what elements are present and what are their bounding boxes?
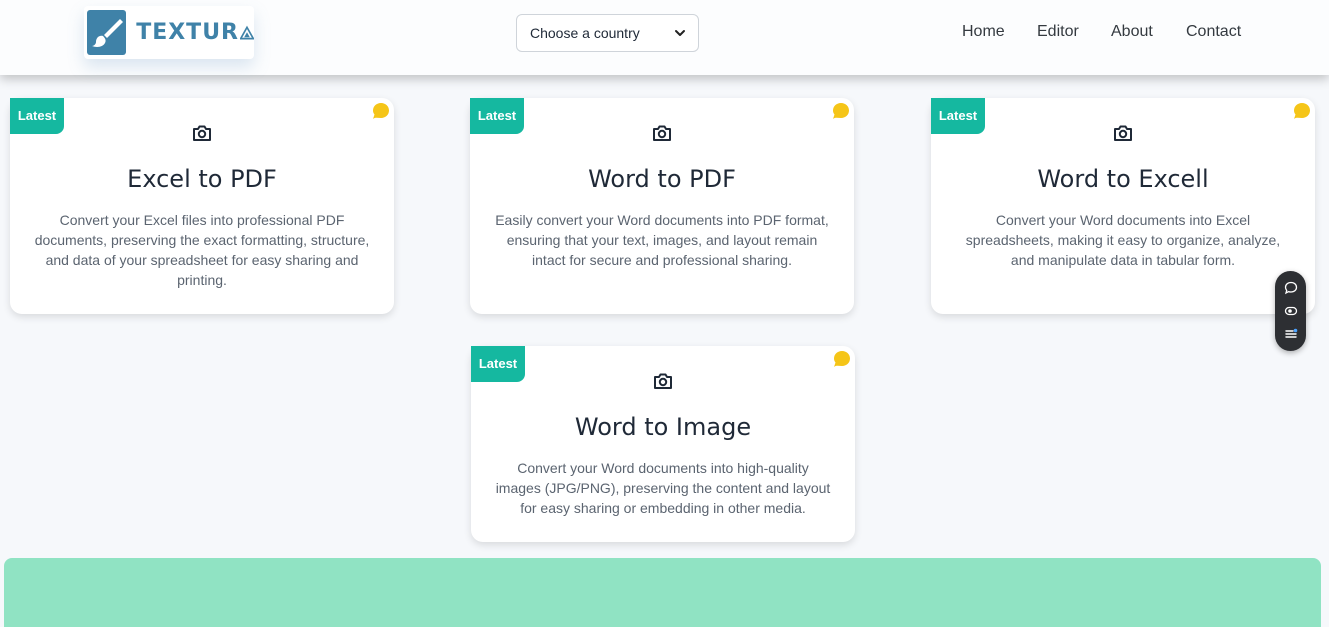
latest-badge: Latest	[10, 98, 64, 134]
card-description: Easily convert your Word documents into …	[495, 212, 829, 268]
latest-badge: Latest	[470, 98, 524, 134]
tool-card-word-to-image[interactable]: Latest Word to Image Convert your Word d…	[471, 346, 855, 542]
card-title: Word to Excell	[1037, 165, 1209, 193]
logo[interactable]: TEXTUR	[84, 6, 254, 59]
chat-bubble-icon	[833, 103, 849, 119]
paintbrush-icon	[87, 10, 127, 55]
chat-bubble-icon	[834, 351, 850, 367]
floating-toolbar	[1275, 271, 1306, 351]
chat-bubble-icon	[373, 103, 389, 119]
tool-card-word-to-pdf[interactable]: Latest Word to PDF Easily convert your W…	[470, 98, 854, 314]
chevron-down-icon	[675, 30, 685, 36]
card-description: Convert your Excel files into profession…	[34, 212, 370, 288]
nav-about[interactable]: About	[1111, 23, 1153, 41]
eye-icon[interactable]	[1284, 304, 1298, 318]
card-description: Convert your Word documents into high-qu…	[495, 460, 831, 516]
camera-icon	[193, 125, 211, 141]
card-title: Word to Image	[574, 413, 752, 441]
nav-home[interactable]: Home	[962, 23, 1005, 41]
latest-badge: Latest	[471, 346, 525, 382]
latest-badge: Latest	[931, 98, 985, 134]
nav-editor[interactable]: Editor	[1037, 23, 1079, 41]
card-description: Convert your Word documents into Excel s…	[965, 212, 1281, 268]
chat-bubble-icon	[1294, 103, 1310, 119]
comment-icon[interactable]	[1284, 281, 1298, 295]
country-select-value: Choose a country	[530, 25, 640, 41]
logo-text: TEXTUR	[136, 20, 239, 45]
card-title: Excel to PDF	[127, 165, 277, 193]
tool-card-word-to-excell[interactable]: Latest Word to Excell Convert your Word …	[931, 98, 1315, 314]
card-title: Word to PDF	[588, 165, 736, 193]
country-select[interactable]: Choose a country	[516, 14, 699, 52]
tool-card-excel-to-pdf[interactable]: Latest Excel to PDF Convert your Excel f…	[10, 98, 394, 314]
logo-triangle-icon	[240, 25, 254, 39]
footer-section	[4, 558, 1321, 627]
nav-contact[interactable]: Contact	[1186, 23, 1241, 41]
camera-icon	[1114, 125, 1132, 141]
camera-icon	[653, 125, 671, 141]
camera-icon	[654, 373, 672, 389]
list-icon[interactable]	[1284, 327, 1298, 341]
site-header: TEXTUR Choose a country Home Editor Abou…	[0, 0, 1329, 75]
